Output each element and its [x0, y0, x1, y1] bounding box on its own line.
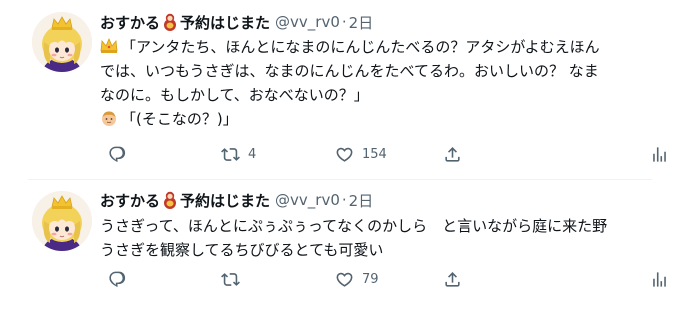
timestamp[interactable]: 2日 — [349, 12, 374, 33]
like-button[interactable]: 154 — [335, 142, 387, 166]
tweet-text: うさぎって、ほんとにぷぅぷぅってなくのかしら と言いながら庭に来た野 うさぎを観… — [100, 214, 645, 262]
share-button[interactable] — [443, 267, 462, 291]
tweet-text-line: うさぎって、ほんとにぷぅぷぅってなくのかしら と言いながら庭に来た野 — [100, 217, 608, 235]
reply-button[interactable] — [108, 142, 135, 166]
retweet-button[interactable] — [221, 267, 248, 291]
reply-icon — [109, 146, 126, 162]
user-handle[interactable]: @vv_rv0 — [275, 13, 340, 31]
tweet-text-line: うさぎを観察してるちびびるとても可愛い — [100, 241, 384, 259]
like-count: 79 — [362, 271, 379, 287]
tweet-text-line: 「(そこなの？)」 — [100, 107, 645, 131]
tweet-text-line: では、いつもうさぎは、なまのにんじんをたべてるわ。おいしいの？ なま — [100, 62, 599, 80]
tweet[interactable]: おすかる 予約はじまた @vv_rv0 · 2日 「アンタたち、ほんとになまのに… — [28, 0, 666, 180]
reply-button[interactable] — [108, 267, 135, 291]
separator-dot: · — [341, 191, 347, 209]
crown-emoji-icon — [100, 37, 118, 55]
retweet-icon — [221, 147, 240, 161]
heart-icon — [336, 147, 353, 162]
matryoshka-doll-icon — [163, 191, 177, 209]
matryoshka-doll-icon — [163, 13, 177, 31]
analytics-icon — [653, 271, 666, 287]
display-name-suffix[interactable]: 予約はじまた — [180, 12, 270, 33]
tweet-header: おすかる 予約はじまた @vv_rv0 · 2日 — [100, 188, 373, 212]
share-icon — [445, 271, 460, 287]
like-button[interactable]: 79 — [335, 267, 379, 291]
avatar[interactable] — [32, 12, 92, 72]
analytics-button[interactable] — [650, 142, 669, 166]
person-emoji-icon — [100, 109, 118, 127]
reply-icon — [109, 271, 126, 287]
tweet-actions: 79 — [108, 267, 668, 291]
display-name[interactable]: おすかる — [100, 12, 160, 33]
analytics-icon — [653, 146, 666, 162]
tweet-text: 「アンタたち、ほんとになまのにんじんたべるの？アタシがよむえほん では、いつもう… — [100, 35, 645, 131]
tweet-feed: おすかる 予約はじまた @vv_rv0 · 2日 「アンタたち、ほんとになまのに… — [0, 0, 680, 309]
share-icon — [445, 146, 460, 162]
share-button[interactable] — [443, 142, 462, 166]
tweet-actions: 4 154 — [108, 142, 668, 166]
retweet-count: 4 — [248, 146, 257, 162]
separator-dot: · — [341, 13, 347, 31]
tweet-header: おすかる 予約はじまた @vv_rv0 · 2日 — [100, 10, 373, 34]
retweet-icon — [221, 272, 240, 286]
timestamp[interactable]: 2日 — [349, 190, 374, 211]
display-name-suffix[interactable]: 予約はじまた — [180, 190, 270, 211]
tweet-text-line: なのに。もしかして、おなべないの？」 — [100, 86, 369, 104]
user-handle[interactable]: @vv_rv0 — [275, 191, 340, 209]
heart-icon — [336, 272, 353, 287]
retweet-button[interactable]: 4 — [221, 142, 256, 166]
like-count: 154 — [362, 146, 387, 162]
avatar[interactable] — [32, 191, 92, 251]
tweet-text-line: 「アンタたち、ほんとになまのにんじんたべるの？アタシがよむえほん — [100, 35, 645, 59]
display-name[interactable]: おすかる — [100, 190, 160, 211]
tweet[interactable]: おすかる 予約はじまた @vv_rv0 · 2日 うさぎって、ほんとにぷぅぷぅっ… — [28, 181, 666, 309]
analytics-button[interactable] — [650, 267, 669, 291]
